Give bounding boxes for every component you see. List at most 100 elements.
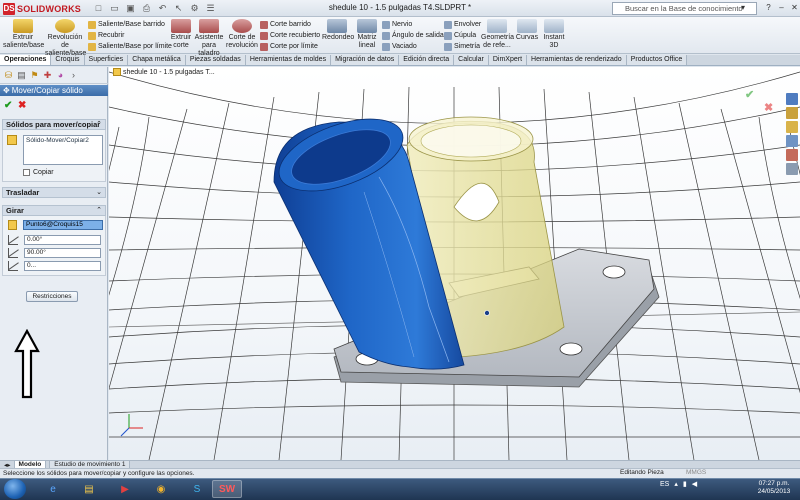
open-icon[interactable]: ▭	[108, 2, 121, 14]
tab-migracion-datos[interactable]: Migración de datos	[331, 55, 400, 65]
property-manager-icon[interactable]: ▤	[16, 69, 27, 81]
minimize-icon[interactable]: –	[776, 2, 787, 13]
volume-icon[interactable]: ◀	[692, 480, 697, 488]
lofted-cut-button[interactable]: Corte recubierto	[260, 31, 320, 40]
collapse-icon[interactable]: ⌃	[96, 206, 102, 216]
undo-icon[interactable]: ↶	[156, 2, 169, 14]
shell-button[interactable]: Vaciado	[382, 42, 417, 51]
design-library-icon[interactable]	[786, 107, 798, 119]
select-icon[interactable]: ↖	[172, 2, 185, 14]
tab-superficies[interactable]: Superficies	[84, 55, 129, 65]
cancel-button[interactable]: ✖	[18, 100, 26, 111]
rib-button[interactable]: Nervio	[382, 20, 412, 29]
collapse-icon[interactable]: ⌃	[96, 120, 102, 130]
options-icon[interactable]: ☰	[204, 2, 217, 14]
panel-arrow-icon[interactable]: ›	[68, 69, 79, 81]
tab-renderizado[interactable]: Herramientas de renderizado	[527, 55, 627, 65]
skype-icon[interactable]: S	[182, 480, 212, 498]
angle-y-input[interactable]: 90.00°	[24, 248, 101, 258]
instant3d-button[interactable]: Instant 3D	[542, 19, 566, 50]
list-item[interactable]: Sólido-Mover/Copiar2	[26, 137, 89, 144]
angle-x-row: 0.00°	[8, 235, 101, 245]
wrap-button[interactable]: Envolver	[444, 20, 481, 29]
angle-x-input[interactable]: 0.00°	[24, 235, 101, 245]
expand-icon[interactable]: ⌄	[96, 188, 102, 198]
dome-button[interactable]: Cúpula	[444, 31, 476, 40]
angle-z-input[interactable]: 0...	[24, 261, 101, 271]
boundary-cut-button[interactable]: Corte por límite	[260, 42, 318, 51]
extrude-cut-button[interactable]: Extruir corte	[170, 19, 192, 50]
file-explorer-icon[interactable]: ▤	[74, 480, 104, 498]
print-icon[interactable]: ⎙	[140, 2, 153, 14]
start-button-icon[interactable]	[4, 479, 26, 499]
tab-productos-office[interactable]: Productos Office	[626, 55, 688, 65]
resources-icon[interactable]	[786, 93, 798, 105]
tab-dimxpert[interactable]: DimXpert	[488, 55, 528, 65]
copy-option[interactable]: Copiar	[23, 169, 54, 176]
tray-expand-icon[interactable]: ▴	[674, 480, 678, 488]
extrude-boss-button[interactable]: Extruir saliente/base	[3, 19, 44, 50]
mirror-button[interactable]: Simetría	[444, 42, 480, 51]
tab-calcular[interactable]: Calcular	[454, 55, 489, 65]
linear-pattern-button[interactable]: Matriz lineal	[354, 19, 380, 50]
save-icon[interactable]: ▣	[124, 2, 137, 14]
taskbar-clock[interactable]: 07:27 p.m. 24/05/2013	[752, 480, 796, 496]
rebuild-icon[interactable]: ⚙	[188, 2, 201, 14]
view-palette-icon[interactable]	[786, 135, 798, 147]
revolve-boss-button[interactable]: Revolución de saliente/base	[45, 19, 86, 58]
appearances-icon[interactable]	[786, 149, 798, 161]
search-input[interactable]: Buscar en la Base de conocimiento	[612, 2, 757, 15]
tab-croquis[interactable]: Croquis	[51, 55, 85, 65]
chrome-icon[interactable]: ◉	[146, 480, 176, 498]
language-indicator[interactable]: ES	[660, 481, 669, 488]
tab-edicion-directa[interactable]: Edición directa	[399, 55, 455, 65]
angle-icon	[8, 248, 18, 258]
configuration-manager-icon[interactable]: ⚑	[29, 69, 40, 81]
bodies-group-header[interactable]: Sólidos para mover/copiar ⌃	[2, 119, 106, 130]
angle-y-row: 90.00°	[8, 248, 101, 258]
network-icon[interactable]: ▮	[683, 480, 687, 488]
internet-explorer-icon[interactable]: e	[38, 480, 68, 498]
constraints-button[interactable]: Restricciones	[26, 291, 78, 302]
solidworks-taskbar-icon[interactable]: SW	[212, 480, 242, 498]
viewport-feature-tree[interactable]: shedule 10 - 1.5 pulgadas T...	[113, 68, 215, 76]
hole-wizard-button[interactable]: Asistente para taladro	[194, 19, 224, 58]
custom-properties-icon[interactable]	[786, 163, 798, 175]
rotate-group-header[interactable]: Girar ⌃	[2, 205, 106, 216]
bodies-selection-list[interactable]: Sólido-Mover/Copiar2	[23, 135, 103, 165]
dimxpert-manager-icon[interactable]: ✚	[42, 69, 53, 81]
feature-tree-icon[interactable]: ⛁	[3, 69, 14, 81]
curves-button[interactable]: Curvas	[515, 19, 539, 42]
copy-checkbox[interactable]	[23, 169, 30, 176]
translate-group-header[interactable]: Trasladar ⌄	[2, 187, 106, 198]
swept-cut-button[interactable]: Corte barrido	[260, 20, 311, 29]
swept-boss-button[interactable]: Saliente/Base barrido	[88, 20, 165, 29]
loft-boss-button[interactable]: Recubrir	[88, 31, 124, 40]
display-manager-icon[interactable]: ◕	[55, 69, 66, 81]
solidworks-logo[interactable]: DS SOLIDWORKS	[3, 2, 81, 15]
revolve-cut-icon	[232, 19, 252, 33]
fillet-button[interactable]: Redondeo	[322, 19, 354, 42]
draft-button[interactable]: Ángulo de salida	[382, 31, 444, 40]
confirm-corner-cancel[interactable]: ✖	[764, 101, 773, 114]
media-player-icon[interactable]: ▶	[110, 480, 140, 498]
new-icon[interactable]: □	[92, 2, 105, 14]
search-dropdown-button[interactable]: ▾	[741, 3, 745, 12]
status-units[interactable]: MMGS	[686, 469, 706, 476]
ok-button[interactable]: ✔	[4, 100, 12, 111]
help-icon[interactable]: ?	[763, 2, 774, 13]
graphics-viewport[interactable]	[109, 67, 800, 460]
close-icon[interactable]: ✕	[789, 2, 800, 13]
rotation-reference-field[interactable]: Punto6@Croquis15	[23, 220, 103, 230]
tab-piezas-soldadas[interactable]: Piezas soldadas	[185, 55, 246, 65]
boundary-boss-button[interactable]: Saliente/Base por límite	[88, 42, 172, 51]
confirm-corner-ok[interactable]: ✔	[745, 88, 754, 101]
tab-chapa-metalica[interactable]: Chapa metálica	[128, 55, 186, 65]
tab-herramientas-moldes[interactable]: Herramientas de moldes	[245, 55, 332, 65]
revolve-cut-button[interactable]: Corte de revolución	[226, 19, 258, 50]
file-explorer-icon[interactable]	[786, 121, 798, 133]
lofted-cut-icon	[260, 31, 268, 40]
reference-geometry-button[interactable]: Geometría de refe...	[481, 19, 514, 50]
tab-operaciones[interactable]: Operaciones	[0, 55, 52, 65]
property-manager-title: ✥ Mover/Copiar sólido	[0, 85, 108, 96]
